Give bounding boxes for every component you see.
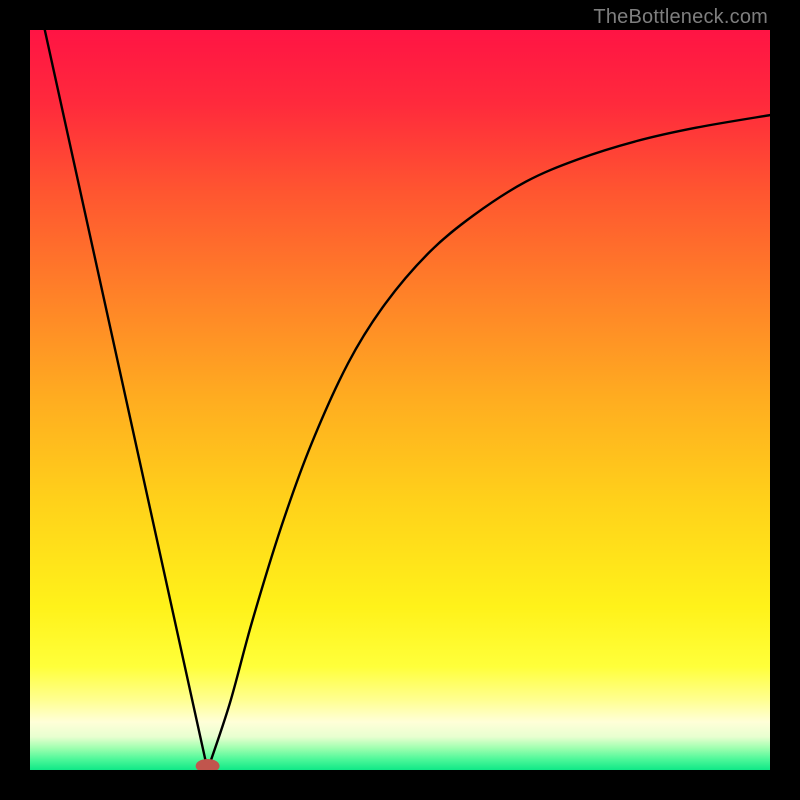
plot-area — [30, 30, 770, 770]
gradient-background — [30, 30, 770, 770]
chart-container: TheBottleneck.com — [0, 0, 800, 800]
chart-svg — [30, 30, 770, 770]
source-credit: TheBottleneck.com — [593, 6, 768, 29]
